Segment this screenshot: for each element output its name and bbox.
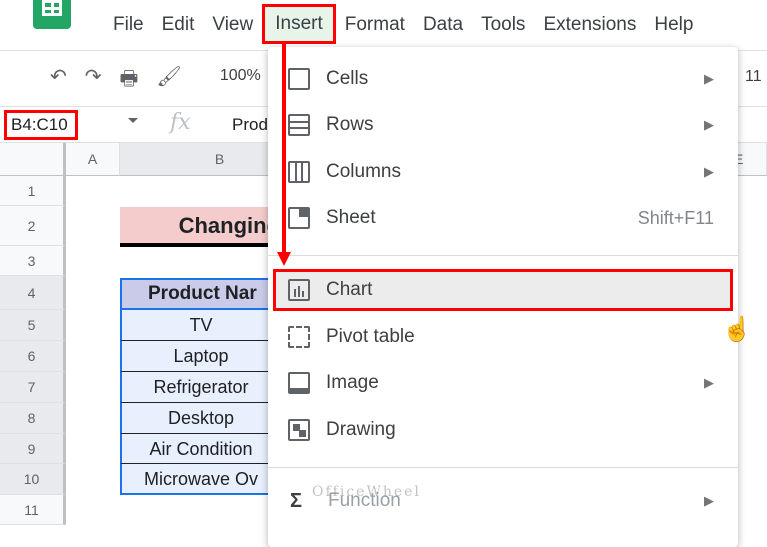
menu-tools[interactable]: Tools — [472, 14, 534, 44]
rows-icon — [288, 114, 310, 136]
submenu-arrow-icon: ▶ — [704, 164, 714, 179]
menu-insert[interactable]: Insert — [262, 4, 336, 44]
menu-format[interactable]: Format — [336, 14, 414, 44]
table-header-cell[interactable]: Product Nar — [120, 278, 280, 310]
menu-item-label: Chart — [326, 279, 373, 300]
paint-format-icon[interactable]: 🖌 — [156, 64, 181, 98]
table-cell[interactable]: TV — [120, 310, 280, 341]
table-cell[interactable]: Air Condition — [120, 434, 280, 464]
menu-item-cells[interactable]: Cells ▶ — [268, 58, 738, 100]
row-header-6[interactable]: 6 — [0, 341, 66, 372]
row-header-4[interactable]: 4 — [0, 276, 66, 310]
sheets-logo[interactable] — [33, 0, 71, 29]
font-size-field[interactable]: 11 — [745, 68, 762, 86]
print-icon[interactable]: 🖶 — [120, 64, 139, 98]
cells-icon — [288, 68, 310, 90]
annotation-arrow-line — [282, 44, 286, 254]
hand-cursor-icon: ☝ — [722, 316, 752, 343]
sheet-icon — [288, 207, 310, 229]
row-header-5[interactable]: 5 — [0, 310, 66, 341]
menu-item-label: Drawing — [326, 419, 396, 440]
row-header-11[interactable]: 11 — [0, 495, 66, 525]
menu-item-label: Rows — [326, 114, 374, 135]
pivot-table-icon — [288, 326, 310, 348]
menu-item-label: Columns — [326, 161, 401, 182]
submenu-arrow-icon: ▶ — [704, 71, 714, 86]
menu-file[interactable]: File — [104, 14, 153, 44]
row-header-3[interactable]: 3 — [0, 246, 66, 276]
menu-help[interactable]: Help — [645, 14, 702, 44]
redo-icon[interactable]: ↷ — [85, 64, 102, 98]
menu-item-label: Cells — [326, 68, 369, 89]
image-icon — [288, 372, 310, 394]
column-header-a[interactable]: A — [66, 143, 120, 176]
shortcut-label: Shift+F11 — [637, 207, 714, 228]
submenu-arrow-icon: ▶ — [704, 375, 714, 390]
menu-item-label: Sheet — [326, 207, 376, 228]
insert-menu: Cells ▶ Rows ▶ Columns ▶ Sheet Shift+F11 Cha… — [268, 47, 738, 547]
submenu-arrow-icon: ▶ — [704, 493, 714, 508]
menu-item-rows[interactable]: Rows ▶ — [268, 104, 738, 146]
menu-item-pivot-table[interactable]: Pivot table — [268, 316, 738, 358]
row-header-9[interactable]: 9 — [0, 434, 66, 464]
name-box-dropdown-icon[interactable] — [128, 118, 138, 123]
name-box[interactable]: B4:C10 — [4, 110, 78, 140]
menu-item-image[interactable]: Image ▶ — [268, 362, 738, 404]
menu-item-label: Image — [326, 372, 379, 393]
drawing-icon — [288, 419, 310, 441]
select-all-corner[interactable] — [0, 143, 66, 176]
watermark: OfficeWheel — [312, 484, 421, 500]
row-header-7[interactable]: 7 — [0, 372, 66, 403]
row-header-2[interactable]: 2 — [0, 206, 66, 246]
menu-item-label: Pivot table — [326, 326, 415, 347]
title-cell[interactable]: Changing — [120, 207, 280, 247]
menu-data[interactable]: Data — [414, 14, 472, 44]
zoom-select[interactable]: 100% — [220, 64, 261, 98]
table-cell[interactable]: Refrigerator — [120, 372, 280, 403]
undo-icon[interactable]: ↶ — [50, 64, 67, 98]
sigma-icon: Σ — [290, 489, 303, 512]
row-header-1[interactable]: 1 — [0, 176, 66, 206]
menu-item-drawing[interactable]: Drawing — [268, 409, 738, 451]
menubar: File Edit View Insert Format Data Tools … — [104, 4, 702, 44]
chart-icon — [288, 279, 310, 301]
menu-item-chart[interactable]: Chart — [273, 269, 733, 311]
row-header-8[interactable]: 8 — [0, 403, 66, 434]
columns-icon — [288, 161, 310, 183]
menu-item-columns[interactable]: Columns ▶ — [268, 151, 738, 193]
annotation-arrow-head — [277, 252, 291, 266]
menu-extensions[interactable]: Extensions — [534, 14, 645, 44]
menu-edit[interactable]: Edit — [153, 14, 204, 44]
fx-icon: fx — [170, 110, 191, 135]
menu-view[interactable]: View — [203, 14, 262, 44]
submenu-arrow-icon: ▶ — [704, 117, 714, 132]
table-cell[interactable]: Desktop — [120, 403, 280, 434]
table-cell[interactable]: Laptop — [120, 341, 280, 372]
formula-input[interactable]: Prod — [232, 115, 268, 135]
menu-item-sheet[interactable]: Sheet Shift+F11 — [268, 197, 738, 239]
row-header-10[interactable]: 10 — [0, 464, 66, 495]
table-cell[interactable]: Microwave Ov — [120, 464, 280, 495]
